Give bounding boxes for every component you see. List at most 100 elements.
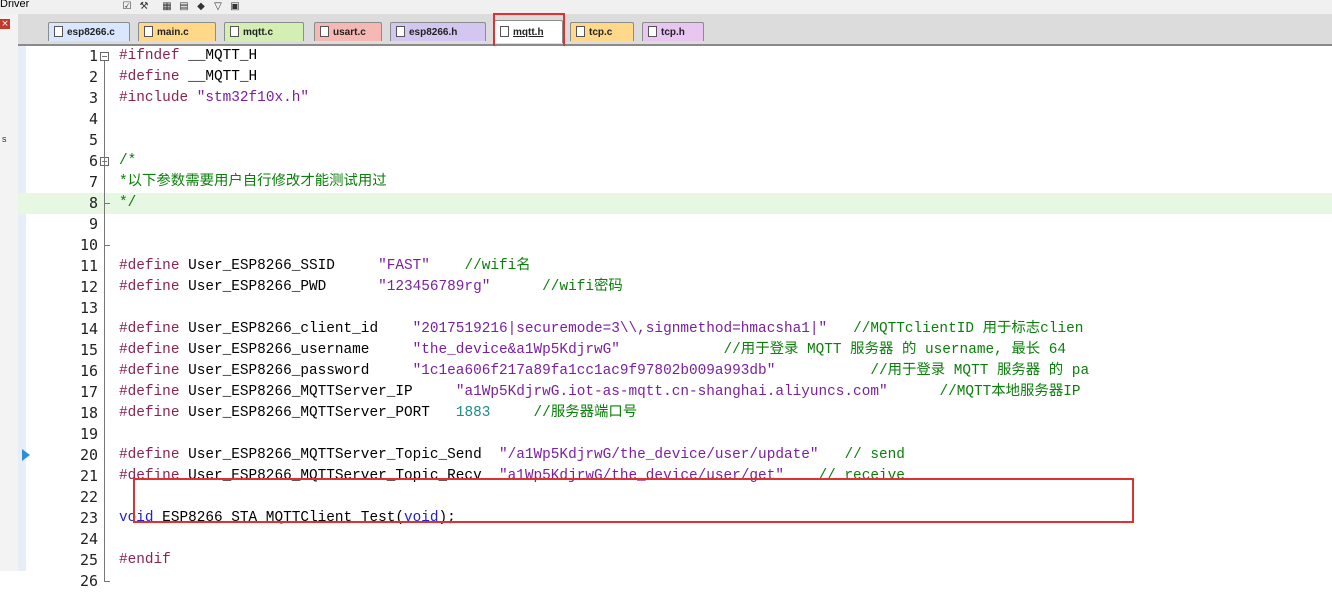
fold-guide xyxy=(104,166,105,204)
tab-label: tcp.c xyxy=(589,27,613,38)
fold-end xyxy=(104,203,110,204)
filter-icon[interactable]: ▽ xyxy=(211,0,225,13)
tab-esp8266-h[interactable]: esp8266.h xyxy=(390,22,486,41)
document-icon xyxy=(396,26,405,37)
topic-define-highlight xyxy=(133,478,1134,523)
tab-esp8266-c[interactable]: esp8266.c xyxy=(48,22,130,41)
tab-label: main.c xyxy=(157,27,189,38)
line-number: 15 xyxy=(79,341,98,359)
fold-toggle-icon[interactable]: − xyxy=(100,52,109,61)
line-number: 13 xyxy=(79,299,98,317)
line-number: 10 xyxy=(79,236,98,254)
panel-marker-icon: s xyxy=(2,134,7,144)
code-line[interactable]: 14 #define User_ESP8266_client_id "201751… xyxy=(18,319,1332,340)
line-number: 19 xyxy=(79,425,98,443)
line-number: 16 xyxy=(79,362,98,380)
code-text: #define User_ESP8266_SSID "FAST" //wifi名 xyxy=(119,258,531,274)
fold-end xyxy=(104,245,110,246)
fold-end xyxy=(104,581,110,582)
tab-label: tcp.h xyxy=(661,27,685,38)
code-line[interactable]: 6 /* xyxy=(18,151,1332,172)
code-text: #define User_ESP8266_username "the_devic… xyxy=(119,342,1067,358)
code-line[interactable]: 4 xyxy=(18,109,1332,130)
toolbar: Driver ☑ ⚒ ▦ ▤ ◆ ▽ ▣ xyxy=(0,0,1332,15)
code-line[interactable]: 7 *以下参数需要用户自行修改才能测试用过 xyxy=(18,172,1332,193)
code-line[interactable]: 10 xyxy=(18,235,1332,256)
code-text: #define User_ESP8266_client_id "20175192… xyxy=(119,321,1084,337)
code-line[interactable]: 2 #define __MQTT_H xyxy=(18,67,1332,88)
code-text: #define User_ESP8266_MQTTServer_IP "a1Wp… xyxy=(119,384,1081,400)
line-number: 14 xyxy=(79,320,98,338)
code-text: #define User_ESP8266_MQTTServer_PORT 188… xyxy=(119,405,638,421)
line-number: 6 xyxy=(88,152,98,170)
line-number: 8 xyxy=(88,194,98,212)
line-number: 12 xyxy=(79,278,98,296)
line-number: 1 xyxy=(88,47,98,65)
line-number: 11 xyxy=(79,257,98,275)
code-line[interactable]: 26 xyxy=(18,571,1332,592)
tab-mqtt-c[interactable]: mqtt.c xyxy=(224,22,304,41)
document-icon xyxy=(320,26,329,37)
line-number: 25 xyxy=(79,551,98,569)
code-editor[interactable]: 1 #ifndef __MQTT_H 2 #define __MQTT_H 3 #incl… xyxy=(18,46,1332,590)
code-line[interactable]: 15 #define User_ESP8266_username "the_dev… xyxy=(18,340,1332,361)
tab-tcp-h[interactable]: tcp.h xyxy=(642,22,704,41)
line-number: 17 xyxy=(79,383,98,401)
code-line[interactable]: 3 #include "stm32f10x.h" xyxy=(18,88,1332,109)
code-line[interactable]: 11 #define User_ESP8266_SSID "FAST" //wif… xyxy=(18,256,1332,277)
code-text: #define User_ESP8266_MQTTServer_Topic_Se… xyxy=(119,447,905,463)
code-line[interactable]: 25 #endif xyxy=(18,550,1332,571)
code-line[interactable]: 12 #define User_ESP8266_PWD "123456789rg"… xyxy=(18,277,1332,298)
document-icon xyxy=(54,26,63,37)
code-text: #define User_ESP8266_password "1c1ea606f… xyxy=(119,363,1090,379)
code-line[interactable]: 8 */ xyxy=(18,193,1332,214)
line-number: 9 xyxy=(88,215,98,233)
code-line[interactable]: 20 #define User_ESP8266_MQTTServer_Topic_… xyxy=(18,445,1332,466)
code-text: */ xyxy=(119,195,137,211)
layout-icon[interactable]: ▤ xyxy=(177,0,191,13)
tab-tcp-c[interactable]: tcp.c xyxy=(570,22,634,41)
code-line[interactable]: 1 #ifndef __MQTT_H xyxy=(18,46,1332,67)
line-number: 18 xyxy=(79,404,98,422)
code-line[interactable]: 19 xyxy=(18,424,1332,445)
image-icon[interactable]: ▣ xyxy=(228,0,242,13)
line-number: 4 xyxy=(88,110,98,128)
close-icon[interactable]: × xyxy=(0,19,10,29)
tab-label: mqtt.c xyxy=(243,27,273,38)
code-text: /* xyxy=(119,153,137,169)
line-number: 22 xyxy=(79,488,98,506)
dropdown-arrow-icon[interactable]: ☑ xyxy=(120,0,134,13)
document-icon xyxy=(648,26,657,37)
diamond-icon[interactable]: ◆ xyxy=(194,0,208,13)
tab-label: usart.c xyxy=(333,27,366,38)
line-number: 20 xyxy=(79,446,98,464)
code-line[interactable]: 16 #define User_ESP8266_password "1c1ea60… xyxy=(18,361,1332,382)
fold-guide xyxy=(104,61,105,581)
document-icon xyxy=(230,26,239,37)
line-number: 21 xyxy=(79,467,98,485)
line-number: 23 xyxy=(79,509,98,527)
code-line[interactable]: 17 #define User_ESP8266_MQTTServer_IP "a1… xyxy=(18,382,1332,403)
tab-usart-c[interactable]: usart.c xyxy=(314,22,382,41)
code-line[interactable]: 18 #define User_ESP8266_MQTTServer_PORT 1… xyxy=(18,403,1332,424)
code-text: #include "stm32f10x.h" xyxy=(119,90,309,106)
line-number: 26 xyxy=(79,572,98,590)
code-line[interactable]: 13 xyxy=(18,298,1332,319)
tab-label: esp8266.h xyxy=(409,27,458,38)
code-line[interactable]: 5 xyxy=(18,130,1332,151)
line-number: 24 xyxy=(79,530,98,548)
magic-wand-icon[interactable]: ⚒ xyxy=(137,0,151,13)
code-line[interactable]: 24 xyxy=(18,529,1332,550)
code-text: *以下参数需要用户自行修改才能测试用过 xyxy=(119,174,387,190)
editor-tab-bar: esp8266.c main.c mqtt.c usart.c esp8266.h mqt… xyxy=(18,14,1332,46)
tab-main-c[interactable]: main.c xyxy=(138,22,216,41)
bookmark-arrow-icon[interactable] xyxy=(22,449,30,461)
line-number: 3 xyxy=(88,89,98,107)
code-text: #define User_ESP8266_PWD "123456789rg" /… xyxy=(119,279,623,295)
driver-label: Driver xyxy=(0,0,30,10)
line-number: 5 xyxy=(88,131,98,149)
line-number: 7 xyxy=(88,173,98,191)
window-icon[interactable]: ▦ xyxy=(160,0,174,13)
document-icon xyxy=(144,26,153,37)
code-line[interactable]: 9 xyxy=(18,214,1332,235)
